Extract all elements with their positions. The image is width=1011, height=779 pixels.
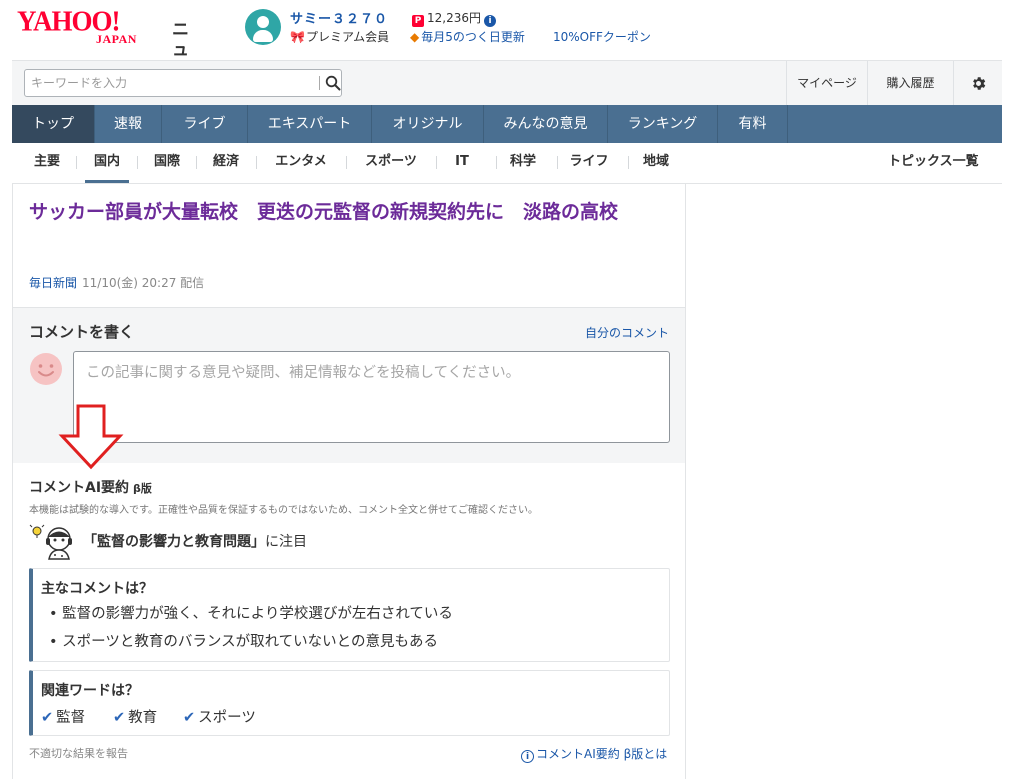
premium-gift-icon: 🎀 bbox=[290, 30, 305, 44]
subnav-separator bbox=[436, 156, 437, 169]
ai-focus-keyword: 「監督の影響力と教育問題」 bbox=[83, 534, 265, 550]
coupon-link[interactable]: 10%OFFクーポン bbox=[553, 28, 651, 45]
nav-tab-paid[interactable]: 有料 bbox=[718, 105, 788, 143]
nav-tab-opinions[interactable]: みんなの意見 bbox=[484, 105, 608, 143]
user-name[interactable]: サミー３２７０ bbox=[290, 8, 388, 27]
report-link[interactable]: 不適切な結果を報告 bbox=[29, 745, 128, 761]
ai-disclaimer: 本機能は試験的な導入です。正確性や品質を保証するものではないため、コメント全文と… bbox=[29, 505, 538, 516]
nav-tab-ranking[interactable]: ランキング bbox=[608, 105, 718, 143]
main-comments-card: 主なコメントは？ • 監督の影響力が強く、それにより学校選びが左右されている •… bbox=[29, 568, 670, 662]
info-icon: i bbox=[521, 750, 534, 763]
main-comment-point: • 監督の影響力が強く、それにより学校選びが左右されている bbox=[49, 606, 453, 622]
premium-membership[interactable]: 🎀プレミアム会員 bbox=[290, 28, 389, 45]
main-comments-title: 主なコメントは？ bbox=[41, 581, 153, 597]
subnav-separator bbox=[137, 156, 138, 169]
subnav-separator bbox=[496, 156, 497, 169]
my-comments-link[interactable]: 自分のコメント bbox=[585, 324, 669, 341]
sub-nav: 主要 国内 国際 経済 エンタメ スポーツ IT 科学 ライフ 地域 トピックス… bbox=[12, 143, 1002, 184]
subnav-life[interactable]: ライフ bbox=[565, 143, 613, 183]
search-box bbox=[24, 69, 342, 97]
check-icon: ✔ bbox=[183, 710, 196, 726]
top-header: YAHOO! JAPAN ニュース サミー３２７０ 🎀プレミアム会員 P12,2… bbox=[0, 0, 1011, 100]
subnav-main[interactable]: 主要 bbox=[26, 143, 68, 183]
subnav-separator bbox=[628, 156, 629, 169]
subnav-sports[interactable]: スポーツ bbox=[354, 143, 428, 183]
related-words-title: 関連ワードは？ bbox=[41, 683, 139, 699]
subnav-international[interactable]: 国際 bbox=[146, 143, 188, 183]
search-icon[interactable] bbox=[325, 75, 341, 91]
related-word[interactable]: ✔ スポーツ bbox=[183, 706, 256, 727]
down-arrow-icon bbox=[58, 404, 124, 470]
article-byline: 毎日新聞 11/10(金) 20:27 配信 bbox=[29, 274, 204, 291]
main-comment-point: • スポーツと教育のバランスが取れていないとの意見もある bbox=[49, 634, 438, 650]
topics-list-link[interactable]: トピックス一覧 bbox=[888, 143, 979, 183]
subnav-region[interactable]: 地域 bbox=[636, 143, 676, 183]
nav-tab-expert[interactable]: エキスパート bbox=[248, 105, 372, 143]
mypage-link[interactable]: マイページ bbox=[786, 61, 867, 106]
avatar-icon[interactable] bbox=[245, 9, 281, 45]
smile-icon bbox=[30, 353, 62, 385]
nav-tab-top[interactable]: トップ bbox=[12, 105, 95, 143]
logo-japan: JAPAN bbox=[96, 32, 137, 46]
points-balance[interactable]: P 12,236円 i bbox=[412, 9, 496, 27]
comment-textarea[interactable] bbox=[73, 351, 670, 443]
related-words-card: 関連ワードは？ ✔ 監督 ✔ 教育 ✔ スポーツ bbox=[29, 670, 670, 736]
search-input[interactable] bbox=[26, 71, 306, 95]
subnav-separator bbox=[256, 156, 257, 169]
subnav-separator bbox=[76, 156, 77, 169]
article-datetime: 11/10(金) 20:27 配信 bbox=[82, 276, 205, 290]
nav-tab-original[interactable]: オリジナル bbox=[372, 105, 484, 143]
about-ai-link[interactable]: i コメントAI要約 β版とは bbox=[521, 745, 667, 763]
ai-focus-line: 「監督の影響力と教育問題」に注目 bbox=[83, 534, 307, 550]
robot-icon bbox=[29, 524, 72, 560]
subnav-it[interactable]: IT bbox=[445, 143, 479, 183]
subnav-separator bbox=[196, 156, 197, 169]
article-panel: サッカー部員が大量転校 更迭の元監督の新規契約先に 淡路の高校 毎日新聞 11/1… bbox=[12, 184, 686, 779]
ai-summary-title: コメントAI要約 β版 bbox=[29, 480, 152, 496]
gear-icon bbox=[973, 77, 986, 90]
ai-beta-label: β版 bbox=[133, 482, 152, 495]
subnav-separator bbox=[346, 156, 347, 169]
subnav-domestic[interactable]: 国内 bbox=[85, 143, 129, 183]
comment-write-title: コメントを書く bbox=[29, 323, 135, 341]
paypay-icon: P bbox=[412, 15, 424, 27]
search-row: マイページ 購入履歴 bbox=[12, 60, 1002, 106]
check-icon: ✔ bbox=[41, 710, 54, 726]
article-source[interactable]: 毎日新聞 bbox=[29, 276, 77, 290]
related-word[interactable]: ✔ 監督 bbox=[41, 706, 85, 727]
campaign-link[interactable]: ◆ 毎月5のつく日更新 bbox=[410, 28, 525, 45]
check-icon: ✔ bbox=[113, 710, 126, 726]
settings-button[interactable] bbox=[953, 61, 1002, 106]
nav-tab-breaking[interactable]: 速報 bbox=[95, 105, 162, 143]
purchase-history-link[interactable]: 購入履歴 bbox=[867, 61, 953, 106]
related-word[interactable]: ✔ 教育 bbox=[113, 706, 157, 727]
article-title[interactable]: サッカー部員が大量転校 更迭の元監督の新規契約先に 淡路の高校 bbox=[29, 198, 669, 227]
subnav-entertainment[interactable]: エンタメ bbox=[264, 143, 338, 183]
nav-tab-live[interactable]: ライブ bbox=[162, 105, 248, 143]
subnav-science[interactable]: 科学 bbox=[504, 143, 542, 183]
search-divider bbox=[319, 76, 320, 90]
fire-icon: ◆ bbox=[410, 30, 420, 44]
main-nav: トップ 速報 ライブ エキスパート オリジナル みんなの意見 ランキング 有料 bbox=[12, 105, 1002, 143]
yahoo-japan-logo[interactable]: YAHOO! JAPAN ニュース bbox=[17, 7, 189, 100]
subnav-separator bbox=[557, 156, 558, 169]
info-icon[interactable]: i bbox=[484, 15, 496, 27]
subnav-economy[interactable]: 経済 bbox=[205, 143, 247, 183]
